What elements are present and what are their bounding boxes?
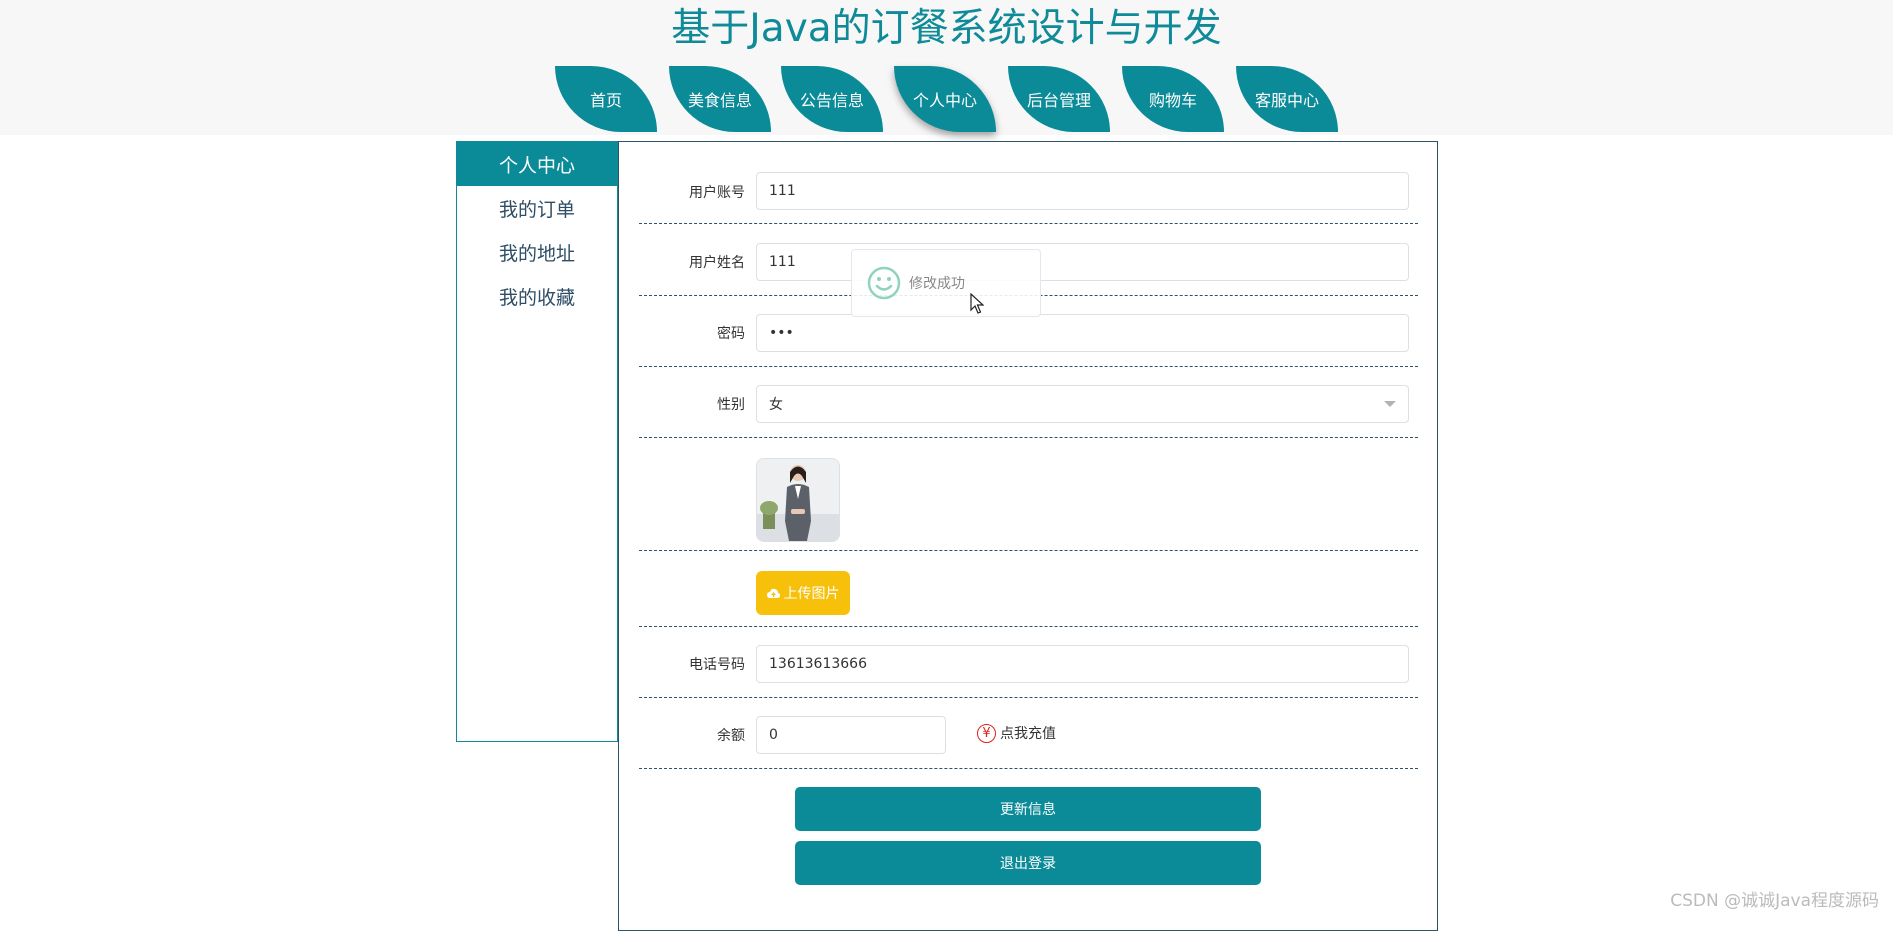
password-label: 密码 [717,326,745,342]
toast-message: 修改成功 [909,276,965,292]
mouse-cursor-icon [970,293,984,314]
account-row: 用户账号 111 [639,172,1418,224]
nav-personal-center[interactable]: 个人中心 [894,66,996,132]
chevron-down-icon [1384,401,1396,407]
balance-input[interactable]: 0 [756,716,946,754]
sidebar: 个人中心 我的订单 我的地址 我的收藏 [456,141,618,742]
nav-cart[interactable]: 购物车 [1122,66,1224,132]
sidebar-item-my-favorites[interactable]: 我的收藏 [457,274,617,318]
upload-label: 上传图片 [783,586,840,602]
avatar-row [639,438,1418,551]
update-info-button[interactable]: 更新信息 [795,787,1261,831]
upload-image-button[interactable]: 上传图片 [756,571,850,615]
recharge-link[interactable]: ¥ 点我充值 [977,718,1056,748]
avatar-image [756,458,840,542]
nav-announcements[interactable]: 公告信息 [781,66,883,132]
header-bar: 基于Java的订餐系统设计与开发 首页 美食信息 公告信息 个人中心 后台管理 … [0,0,1893,135]
upload-row: 上传图片 [639,551,1418,627]
password-input[interactable]: ••• [756,314,1409,352]
sidebar-heading[interactable]: 个人中心 [457,142,617,186]
gender-row: 性别 女 [639,367,1418,438]
gender-select[interactable]: 女 [756,385,1409,423]
gender-value: 女 [769,397,783,413]
cloud-upload-icon [766,588,780,598]
balance-row: 余额 0 ¥ 点我充值 [639,698,1418,769]
account-input[interactable]: 111 [756,172,1409,210]
nav-admin[interactable]: 后台管理 [1008,66,1110,132]
yen-icon: ¥ [977,723,996,743]
nav-food-info[interactable]: 美食信息 [669,66,771,132]
logout-button[interactable]: 退出登录 [795,841,1261,885]
avatar-photo [757,459,839,541]
site-title: 基于Java的订餐系统设计与开发 [671,6,1222,51]
smile-icon [867,266,901,300]
success-toast: 修改成功 [851,249,1041,317]
nav-customer-service[interactable]: 客服中心 [1236,66,1338,132]
watermark: CSDN @诚诚Java程度源码 [1670,891,1879,911]
balance-label: 余额 [717,728,745,744]
sidebar-item-my-orders[interactable]: 我的订单 [457,186,617,230]
sidebar-item-my-address[interactable]: 我的地址 [457,230,617,274]
gender-label: 性别 [717,397,745,413]
phone-row: 电话号码 13613613666 [639,627,1418,698]
phone-label: 电话号码 [689,657,745,673]
nav-home[interactable]: 首页 [555,66,657,132]
phone-input[interactable]: 13613613666 [756,645,1409,683]
account-label: 用户账号 [689,185,745,201]
name-label: 用户姓名 [689,255,745,271]
recharge-label: 点我充值 [1000,726,1056,742]
